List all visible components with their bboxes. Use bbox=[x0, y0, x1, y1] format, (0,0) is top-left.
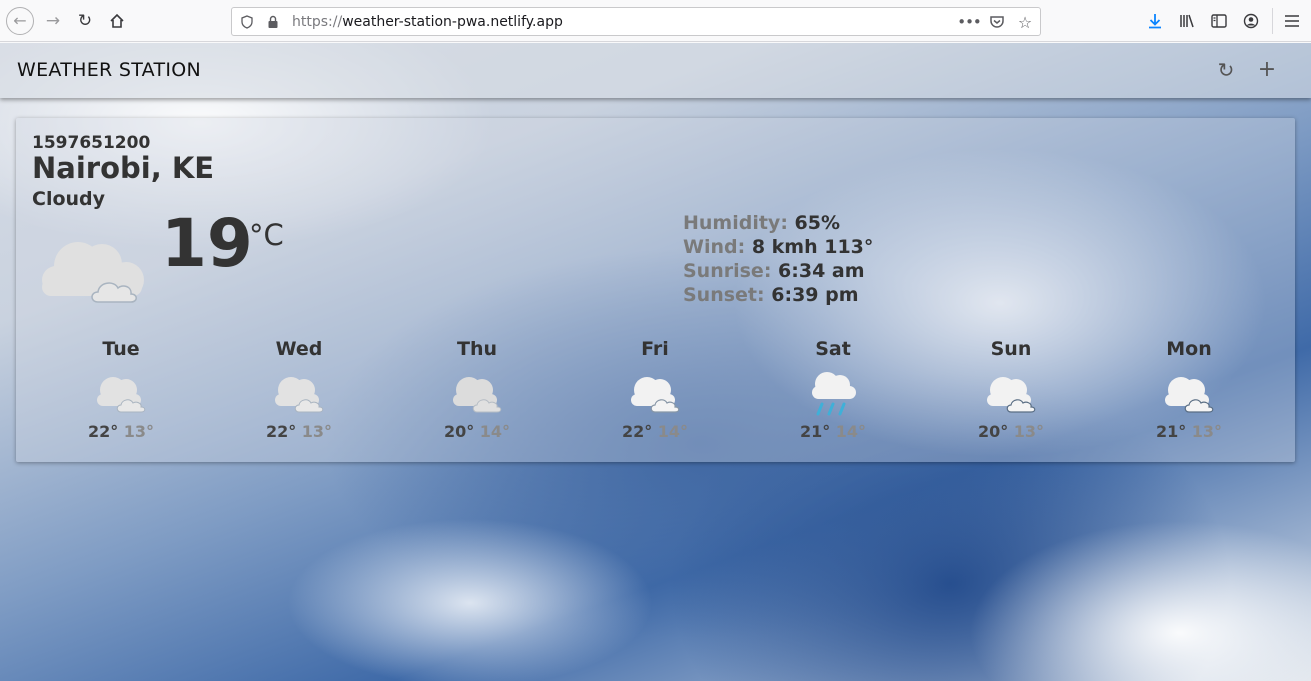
forecast-high: 22° bbox=[621, 422, 653, 441]
sunrise-row: Sunrise: 6:34 am bbox=[683, 259, 873, 283]
menu-button[interactable] bbox=[1280, 9, 1304, 33]
forecast-high: 21° bbox=[799, 422, 831, 441]
forecast-day: Sat 21° 14° bbox=[743, 338, 923, 441]
forecast-high: 20° bbox=[977, 422, 1009, 441]
forecast-day: Sun 20° 13° bbox=[921, 338, 1101, 441]
forecast-high: 21° bbox=[1155, 422, 1187, 441]
wind-value: 8 kmh 113° bbox=[751, 236, 874, 258]
forecast-day: Tue 22° 13° bbox=[31, 338, 211, 441]
reload-button[interactable]: ↻ bbox=[73, 9, 97, 33]
humidity-value: 65% bbox=[794, 212, 841, 234]
forecast-day-name: Sun bbox=[990, 338, 1032, 360]
forecast-high: 22° bbox=[87, 422, 119, 441]
forecast-low: 13° bbox=[1013, 422, 1045, 441]
forecast-row: Tue 22° 13° Wed 22° 13° Thu 20° 14° Fri … bbox=[31, 338, 1281, 448]
page-actions-icon[interactable]: ••• bbox=[957, 13, 982, 31]
partly-cloudy-icon bbox=[1165, 377, 1214, 413]
hamburger-menu-icon bbox=[1285, 15, 1299, 27]
forecast-low: 13° bbox=[123, 422, 155, 441]
sunrise-value: 6:34 am bbox=[778, 260, 865, 282]
cloudy-icon bbox=[42, 242, 144, 303]
forecast-day: Wed 22° 13° bbox=[209, 338, 389, 441]
weather-details: Humidity: 65% Wind: 8 kmh 113° Sunrise: … bbox=[683, 211, 873, 307]
partly-cloudy-icon bbox=[987, 377, 1036, 413]
back-button[interactable]: ← bbox=[6, 7, 34, 35]
forecast-high: 20° bbox=[443, 422, 475, 441]
wind-row: Wind: 8 kmh 113° bbox=[683, 235, 873, 259]
refresh-button[interactable]: ↻ bbox=[1212, 56, 1240, 84]
cloudy-icon bbox=[97, 377, 146, 413]
app-title: WEATHER STATION bbox=[17, 59, 202, 81]
sidebar-button[interactable] bbox=[1207, 9, 1231, 33]
download-icon bbox=[1149, 14, 1161, 29]
partly-cloudy-icon bbox=[631, 377, 680, 413]
forecast-day-name: Mon bbox=[1166, 338, 1212, 360]
forecast-low: 13° bbox=[301, 422, 333, 441]
wind-label: Wind: bbox=[683, 236, 746, 258]
rain-icon bbox=[812, 372, 856, 416]
app-header: WEATHER STATION ↻ + bbox=[0, 43, 1311, 98]
weather-description: Cloudy bbox=[32, 188, 106, 210]
date-stamp: 1597651200 bbox=[32, 133, 151, 153]
library-icon bbox=[1180, 14, 1194, 28]
forecast-day-name: Sat bbox=[815, 338, 851, 360]
url-text[interactable]: https://weather-station-pwa.netlify.app bbox=[292, 14, 563, 30]
account-button[interactable] bbox=[1239, 9, 1263, 33]
forecast-low: 14° bbox=[479, 422, 511, 441]
forecast-day-name: Thu bbox=[456, 338, 497, 360]
current-temperature: 19 bbox=[161, 205, 253, 282]
url-host: weather-station-pwa.netlify.app bbox=[342, 14, 563, 30]
humidity-row: Humidity: 65% bbox=[683, 211, 873, 235]
arrow-right-icon: → bbox=[45, 10, 61, 31]
home-button[interactable] bbox=[105, 9, 129, 33]
forecast-low: 13° bbox=[1191, 422, 1223, 441]
cloudy-icon bbox=[453, 377, 502, 413]
home-icon bbox=[110, 13, 124, 28]
forecast-day: Thu 20° 14° bbox=[387, 338, 567, 441]
shield-icon[interactable] bbox=[238, 13, 256, 31]
forecast-low: 14° bbox=[657, 422, 689, 441]
forecast-high: 22° bbox=[265, 422, 297, 441]
sunrise-label: Sunrise: bbox=[683, 260, 772, 282]
weather-card: 1597651200 Nairobi, KE Cloudy 19 °C Humi… bbox=[16, 118, 1295, 462]
lock-icon[interactable] bbox=[264, 13, 282, 31]
reload-icon: ↻ bbox=[77, 10, 93, 31]
arrow-left-icon: ← bbox=[13, 11, 27, 30]
temperature-unit: °C bbox=[249, 218, 284, 252]
cloudy-icon bbox=[275, 377, 324, 413]
toolbar-divider bbox=[1272, 8, 1273, 34]
pocket-icon[interactable] bbox=[988, 13, 1006, 31]
sunset-row: Sunset: 6:39 pm bbox=[683, 283, 873, 307]
location-name: Nairobi, KE bbox=[32, 151, 215, 185]
forecast-day-name: Fri bbox=[641, 338, 669, 360]
sunset-label: Sunset: bbox=[683, 284, 765, 306]
forecast-day: Mon 21° 13° bbox=[1099, 338, 1279, 441]
forecast-low: 14° bbox=[835, 422, 867, 441]
refresh-icon: ↻ bbox=[1217, 58, 1235, 82]
downloads-button[interactable] bbox=[1143, 9, 1167, 33]
sunset-value: 6:39 pm bbox=[771, 284, 859, 306]
humidity-label: Humidity: bbox=[683, 212, 788, 234]
bookmark-star-icon[interactable]: ☆ bbox=[1016, 13, 1034, 32]
plus-icon: + bbox=[1257, 57, 1277, 82]
account-icon bbox=[1243, 13, 1259, 29]
url-bar[interactable]: https://weather-station-pwa.netlify.app … bbox=[231, 7, 1041, 36]
forecast-day-name: Wed bbox=[275, 338, 323, 360]
forecast-day-name: Tue bbox=[102, 338, 140, 360]
page-background: WEATHER STATION ↻ + 1597651200 Nairobi, … bbox=[0, 43, 1311, 681]
add-city-button[interactable]: + bbox=[1253, 56, 1281, 84]
browser-toolbar: ← → ↻ https://weather-station-pwa.netlif… bbox=[0, 0, 1311, 42]
url-scheme: https:// bbox=[292, 14, 343, 30]
forward-button[interactable]: → bbox=[41, 9, 65, 33]
library-button[interactable] bbox=[1175, 9, 1199, 33]
forecast-day: Fri 22° 14° bbox=[565, 338, 745, 441]
sidebar-icon bbox=[1211, 14, 1227, 28]
